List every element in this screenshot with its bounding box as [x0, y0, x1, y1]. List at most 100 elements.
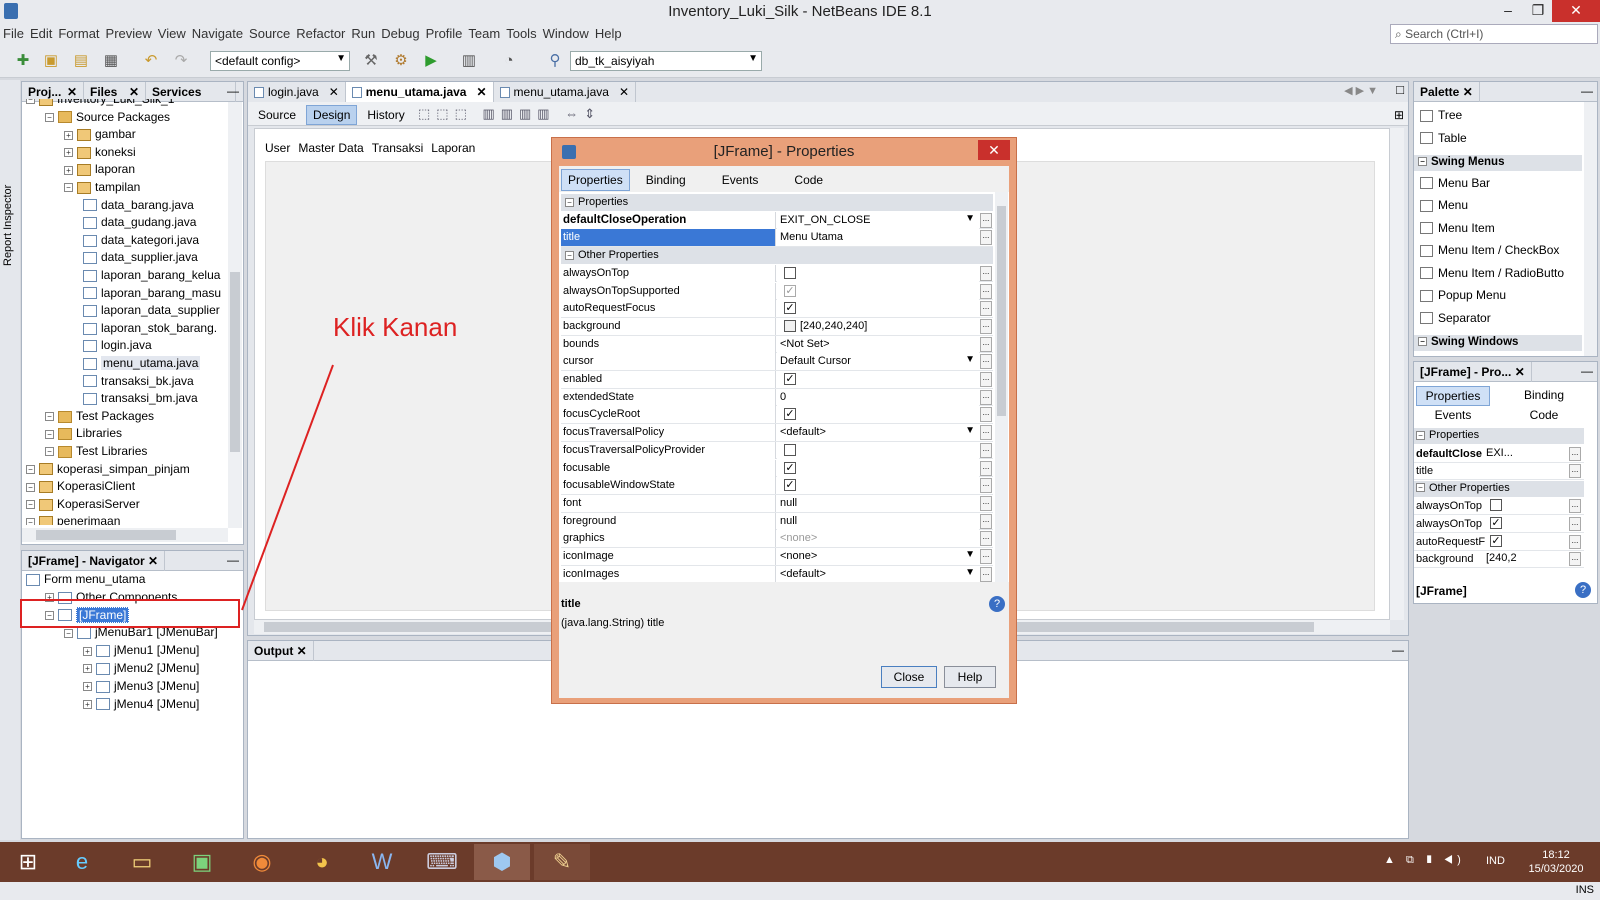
navigator-item[interactable]: + jMenu1 [JMenu] [83, 642, 199, 660]
property-value[interactable]: ✓ [777, 282, 979, 300]
save-all-icon[interactable]: ▦ [100, 50, 122, 72]
property-row[interactable]: background [240,240,240]... [561, 317, 993, 336]
expand-icon[interactable]: − [26, 464, 35, 474]
palette-item[interactable]: Popup Menu [1420, 288, 1506, 302]
netbeans-taskbar-icon[interactable]: ⬢ [474, 844, 530, 880]
ellipsis-button[interactable]: ... [980, 495, 992, 511]
subtab-design[interactable]: Design [306, 105, 358, 125]
clock[interactable]: 18:12 15/03/2020 [1516, 848, 1596, 876]
property-value[interactable]: <default> ▼ [777, 424, 979, 442]
expand-icon[interactable]: + [83, 664, 92, 674]
property-row[interactable]: alwaysOnTopSupported ✓... [561, 282, 993, 301]
config-select[interactable]: <default config> ▼ [210, 51, 350, 71]
navigator-item[interactable]: + jMenu3 [JMenu] [83, 678, 199, 696]
close-window-button[interactable]: ✕ [1552, 0, 1600, 22]
keyboard-app-icon[interactable]: ⌨ [414, 844, 470, 880]
expand-icon[interactable]: + [64, 165, 73, 175]
vertical-scrollbar[interactable] [228, 102, 242, 528]
expand-icon[interactable]: − [45, 447, 54, 457]
expand-icon[interactable]: + [83, 682, 92, 692]
expand-icon[interactable]: − [26, 500, 35, 510]
new-file-icon[interactable]: ✚ [12, 50, 34, 72]
tree-item[interactable]: − KoperasiClient [26, 478, 135, 496]
ellipsis-button[interactable]: ... [980, 513, 992, 529]
close-icon[interactable]: ✕ [476, 85, 486, 99]
form-menu-1[interactable]: Master Data [298, 141, 363, 155]
property-value[interactable]: null [777, 512, 979, 530]
expand-icon[interactable]: − [64, 628, 73, 638]
navigator-item[interactable]: Form menu_utama [26, 571, 145, 589]
property-value[interactable] [777, 264, 979, 282]
property-row[interactable]: graphics <none>... [561, 530, 993, 548]
expand-icon[interactable]: − [26, 99, 35, 105]
close-icon[interactable]: ✕ [329, 85, 339, 99]
collapse-icon[interactable]: − [1418, 337, 1427, 347]
property-section[interactable]: − Properties [561, 194, 993, 211]
mini-tab-code[interactable]: Code [1504, 406, 1584, 424]
undo-icon[interactable]: ↶ [140, 50, 162, 72]
property-value[interactable]: ✓ [777, 406, 979, 424]
ellipsis-button[interactable]: ... [980, 407, 992, 423]
navigator-tab[interactable]: [JFrame] - Navigator ✕ [22, 551, 166, 571]
property-row[interactable]: focusable ✓... [561, 459, 993, 478]
ellipsis-button[interactable]: ... [980, 531, 992, 547]
close-icon[interactable]: ✕ [67, 85, 77, 99]
build-icon[interactable]: ⚒ [360, 50, 382, 72]
maximize-icon[interactable]: □ [1396, 82, 1404, 97]
dialog-tab-properties[interactable]: Properties [561, 169, 630, 191]
tree-item[interactable]: laporan_data_supplier [83, 302, 220, 320]
tree-item[interactable]: − Test Packages [45, 408, 154, 426]
menu-window[interactable]: Window [540, 24, 592, 43]
property-row[interactable]: enabled ✓... [561, 371, 993, 389]
open-project-icon[interactable]: ▤ [70, 50, 92, 72]
search-input[interactable]: ⌕ Search (Ctrl+I) [1390, 24, 1598, 44]
help-icon[interactable]: ? [1575, 582, 1591, 598]
palette-tab[interactable]: Palette ✕ [1414, 82, 1480, 102]
close-icon[interactable]: ✕ [1463, 85, 1473, 99]
menu-source[interactable]: Source [246, 24, 293, 43]
chevron-down-icon[interactable]: ▼ [965, 549, 975, 560]
palette-item[interactable]: Menu Bar [1420, 176, 1490, 190]
property-checkbox[interactable]: ✓ [784, 302, 796, 315]
close-icon[interactable]: ✕ [619, 85, 629, 99]
ellipsis-button[interactable]: ... [1569, 552, 1581, 567]
store-icon[interactable]: ▣ [174, 844, 230, 880]
property-row[interactable]: autoRequestFocus ✓... [561, 300, 993, 318]
clean-build-icon[interactable]: ⚙ [390, 50, 412, 72]
property-row[interactable]: iconImages <default> ▼... [561, 565, 993, 582]
expand-icon[interactable]: + [64, 130, 73, 140]
property-row[interactable]: background [240,2... [1414, 551, 1584, 568]
tree-item[interactable]: − Source Packages [45, 109, 170, 127]
palette-item[interactable]: Menu Item [1420, 221, 1495, 235]
ellipsis-button[interactable]: ... [980, 549, 992, 564]
property-value[interactable]: <none> ▼ [777, 548, 979, 565]
form-menu-3[interactable]: Laporan [431, 141, 475, 155]
menu-format[interactable]: Format [55, 24, 102, 43]
report-inspector-tab[interactable]: Report Inspector [2, 146, 14, 266]
tree-item[interactable]: transaksi_bk.java [83, 373, 194, 391]
property-value[interactable]: Default Cursor ▼ [777, 353, 979, 371]
collapse-icon[interactable]: − [565, 250, 574, 260]
minimize-panel-icon[interactable]: — [1392, 643, 1404, 657]
menu-team[interactable]: Team [465, 24, 503, 43]
tree-item[interactable]: transaksi_bm.java [83, 390, 198, 408]
output-tab[interactable]: Output ✕ [248, 641, 314, 661]
tree-item[interactable]: − koperasi_simpan_pinjam [26, 461, 190, 479]
palette-item[interactable]: Tree [1420, 108, 1462, 122]
design-tools-icon[interactable]: ⬚⬚⬚ ▥▥▥▥ ⇔⇕ [418, 106, 601, 122]
ellipsis-button[interactable]: ... [980, 478, 992, 494]
word-icon[interactable]: W [354, 844, 410, 880]
palette-item[interactable]: Menu Item / CheckBox [1420, 243, 1559, 257]
tree-item[interactable]: data_barang.java [83, 197, 194, 215]
media-icon[interactable]: ◉ [234, 844, 290, 880]
ellipsis-button[interactable]: ... [980, 212, 992, 228]
property-row[interactable]: bounds <Not Set>... [561, 335, 993, 354]
tree-item[interactable]: − penerimaan [26, 513, 120, 525]
tree-item[interactable]: data_kategori.java [83, 232, 199, 250]
property-value[interactable] [777, 441, 979, 459]
tree-item[interactable]: − tampilan [64, 179, 140, 197]
property-checkbox[interactable]: ✓ [1490, 534, 1502, 547]
database-icon[interactable]: ⚲ [544, 50, 566, 72]
tree-item[interactable]: data_gudang.java [83, 214, 196, 232]
minimize-panel-icon[interactable]: — [1581, 364, 1593, 378]
